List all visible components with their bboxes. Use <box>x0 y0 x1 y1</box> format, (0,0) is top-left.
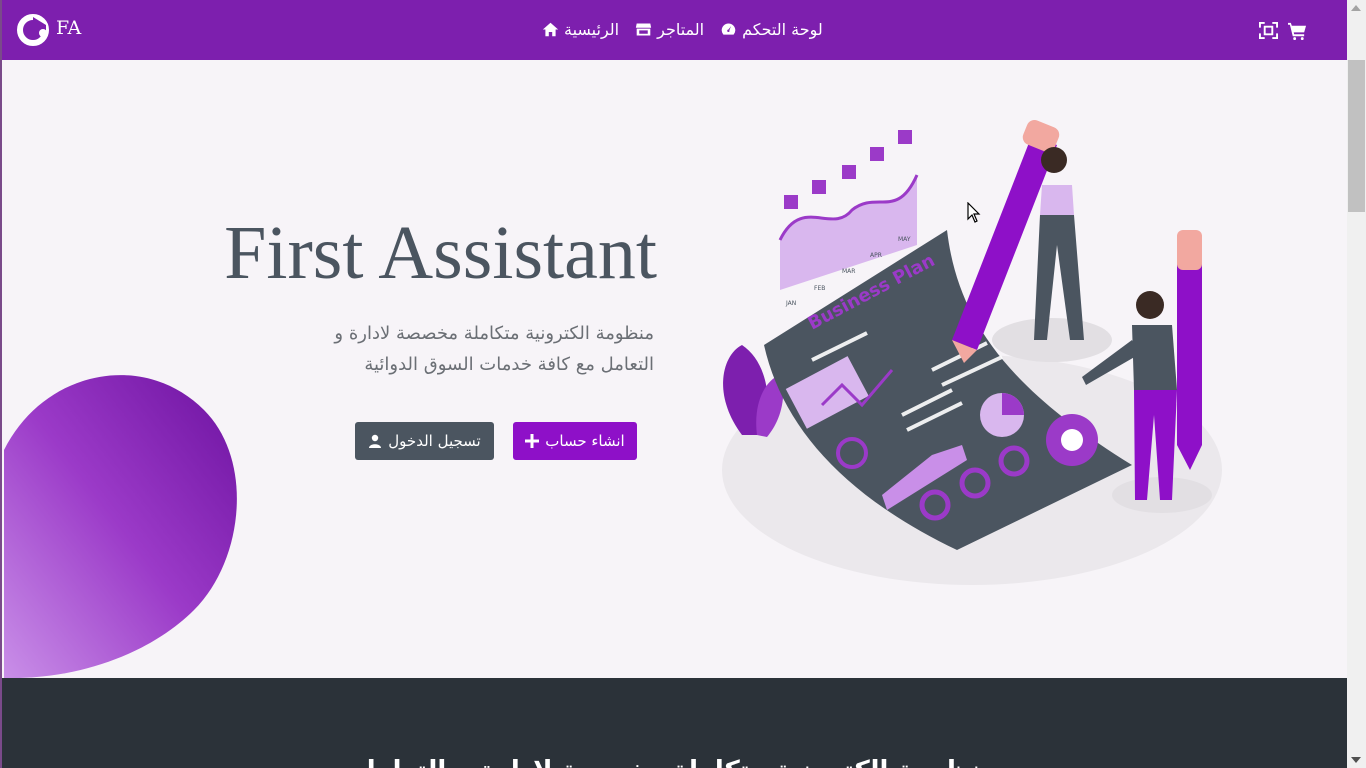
signup-button[interactable]: انشاء حساب <box>513 422 637 460</box>
hero-title: First Assistant <box>224 211 657 295</box>
home-icon <box>542 22 559 37</box>
features-section <box>2 678 1349 768</box>
signup-button-label: انشاء حساب <box>545 432 625 450</box>
navbar: FA الرئيسية المتاجر لوحة التحكم <box>2 0 1349 60</box>
features-heading: منظومة الكترونية متكاملة مخصصة لادارة و … <box>2 756 1349 768</box>
navbar-actions <box>1258 21 1308 40</box>
tachometer-icon <box>721 23 736 35</box>
store-icon <box>635 23 652 36</box>
brand-name: FA <box>56 17 82 39</box>
business-plan-illustration: Business Plan JAN FEB MAR APR MAY <box>722 119 1222 585</box>
chart-month-0: JAN <box>785 300 796 307</box>
scroll-down-arrow-icon[interactable] <box>1351 757 1361 763</box>
nav-home[interactable]: الرئيسية <box>542 20 619 39</box>
shopping-cart-icon[interactable] <box>1287 21 1308 40</box>
scrollbar-thumb[interactable] <box>1348 60 1365 212</box>
login-button-label: تسجيل الدخول <box>388 432 481 450</box>
qr-scan-icon[interactable] <box>1258 21 1279 40</box>
nav-stores[interactable]: المتاجر <box>635 20 704 39</box>
fa-logo-icon <box>17 14 49 46</box>
brand[interactable]: FA <box>16 13 81 47</box>
nav-stores-label: المتاجر <box>657 20 705 39</box>
nav-home-label: الرئيسية <box>564 20 620 39</box>
chart-month-3: APR <box>870 252 882 259</box>
decorative-blob <box>4 375 237 679</box>
nav-dashboard-label: لوحة التحكم <box>742 20 823 39</box>
nav-dashboard[interactable]: لوحة التحكم <box>720 20 823 39</box>
mouse-cursor-icon <box>967 202 981 223</box>
chart-month-1: FEB <box>814 285 825 292</box>
login-button[interactable]: تسجيل الدخول <box>355 422 494 460</box>
scroll-up-arrow-icon[interactable] <box>1351 5 1361 11</box>
chart-month-4: MAY <box>898 236 911 243</box>
plus-icon <box>525 434 540 448</box>
chart-month-2: MAR <box>842 268 855 275</box>
page: FA الرئيسية المتاجر لوحة التحكم First As… <box>0 0 1366 768</box>
user-icon <box>369 434 382 448</box>
hero-description: منظومة الكترونية متكاملة مخصصة لادارة و … <box>334 323 654 375</box>
main-nav: الرئيسية المتاجر لوحة التحكم <box>542 20 823 39</box>
